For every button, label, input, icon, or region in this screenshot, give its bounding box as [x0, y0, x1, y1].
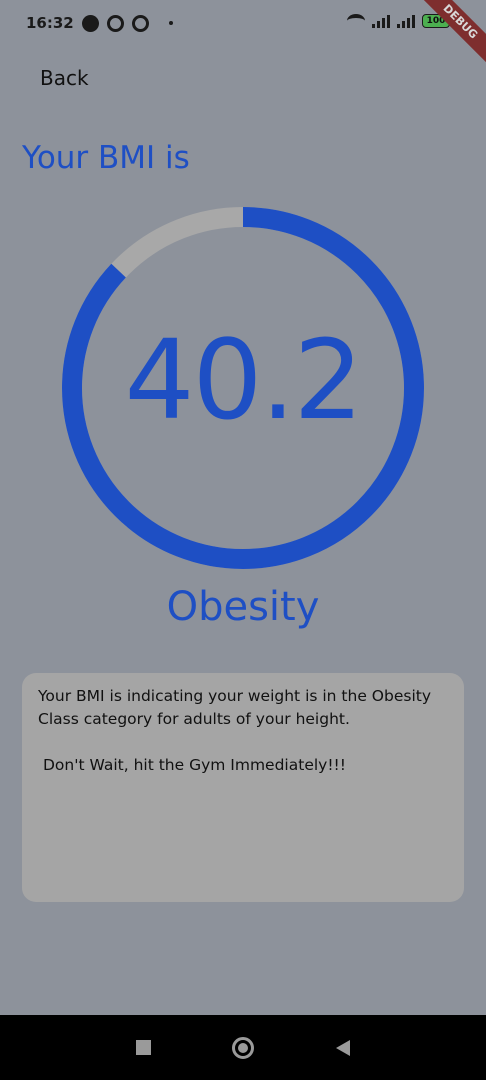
page-title: Your BMI is	[22, 140, 190, 176]
status-left: 16:32	[26, 14, 173, 32]
home-icon[interactable]	[232, 1036, 255, 1059]
status-time: 16:32	[26, 14, 74, 32]
bmi-category: Obesity	[166, 584, 320, 630]
status-bar: 16:32 100	[0, 0, 486, 46]
back-button[interactable]: Back	[40, 66, 89, 90]
navigation-bar	[0, 1015, 486, 1080]
recents-icon[interactable]	[135, 1040, 151, 1055]
result-card: Your BMI is indicating your weight is in…	[22, 673, 464, 902]
notification-icon	[131, 14, 149, 32]
result-advice: Don't Wait, hit the Gym Immediately!!!	[43, 756, 346, 774]
result-description: Your BMI is indicating your weight is in…	[38, 687, 432, 728]
bmi-value: 40.2	[124, 316, 364, 444]
back-nav-icon[interactable]	[336, 1039, 351, 1056]
wifi-icon	[347, 14, 365, 28]
whatsapp-icon	[106, 14, 124, 32]
signal-icon-2	[397, 14, 415, 28]
settings-icon	[81, 14, 99, 32]
more-notifications-icon	[168, 21, 173, 25]
signal-icon	[372, 14, 390, 28]
status-right: 100	[347, 14, 450, 28]
